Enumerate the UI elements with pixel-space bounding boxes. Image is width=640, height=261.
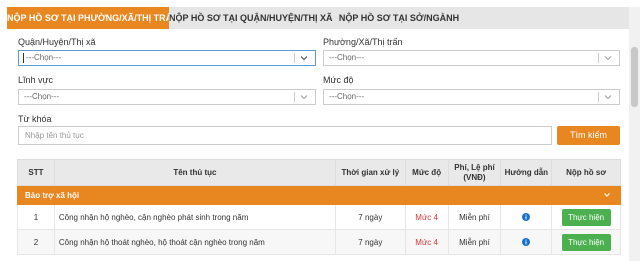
field-label: Lĩnh vực <box>18 75 54 85</box>
info-icon[interactable] <box>522 213 531 221</box>
row-time: 7 ngày <box>336 230 406 254</box>
row-level: Mức 4 <box>406 205 449 229</box>
page-scrollbar[interactable] <box>629 7 640 261</box>
table-header: STT Tên thủ tục Thời gian xử lý Mức độ P… <box>17 159 621 186</box>
row-fee: Miễn phí <box>449 205 502 229</box>
row-submit: Thực hiện <box>552 205 620 229</box>
search-button[interactable]: Tìm kiếm <box>557 126 620 145</box>
chevron-down-icon <box>604 95 612 100</box>
keyword-label: Từ khóa <box>18 114 52 124</box>
district-select-value: ---Chọn--- <box>26 53 62 62</box>
level-select[interactable]: ---Chọn--- <box>323 89 620 105</box>
text-cursor <box>23 53 24 63</box>
tab-bar: NỘP HỒ SƠ TẠI PHƯỜNG/XÃ/THỊ TRẤN NỘP HỒ … <box>7 7 633 29</box>
chevron-down-icon <box>604 193 610 197</box>
select-divider <box>598 92 599 102</box>
info-icon[interactable] <box>522 238 531 246</box>
level-label: Mức độ <box>323 75 354 85</box>
ward-select[interactable]: ---Chọn--- <box>323 50 620 66</box>
header-name: Tên thủ tục <box>55 160 336 185</box>
header-level: Mức độ <box>406 160 449 185</box>
select-divider <box>294 53 295 63</box>
row-fee: Miễn phí <box>449 230 502 254</box>
chevron-down-icon <box>604 56 612 61</box>
keyword-input[interactable]: Nhập tên thủ tục <box>18 126 552 145</box>
header-stt: STT <box>18 160 55 185</box>
field-select-value: ---Chọn--- <box>24 92 60 101</box>
district-select[interactable]: ---Chọn--- <box>18 50 316 66</box>
row-stt: 2 <box>18 230 55 254</box>
district-label: Quận/Huyện/Thị xã <box>18 37 96 47</box>
row-name: Công nhận hộ thoát nghèo, hộ thoát cận n… <box>55 230 336 254</box>
select-divider <box>598 53 599 63</box>
header-fee: Phí, Lệ phí (VNĐ) <box>449 160 502 185</box>
execute-button[interactable]: Thực hiện <box>561 233 611 251</box>
tab-district[interactable]: NỘP HỒ SƠ TẠI QUẬN/HUYỆN/THỊ XÃ <box>169 7 333 29</box>
row-level: Mức 4 <box>406 230 449 254</box>
tab-ward[interactable]: NỘP HỒ SƠ TẠI PHƯỜNG/XÃ/THỊ TRẤN <box>7 7 179 29</box>
chevron-down-icon <box>300 56 308 61</box>
header-guide: Hướng dẫn <box>501 160 553 185</box>
group-row[interactable]: Bảo trợ xã hội <box>17 186 621 205</box>
execute-button[interactable]: Thực hiện <box>561 208 611 226</box>
field-select[interactable]: ---Chọn--- <box>18 89 316 105</box>
ward-select-value: ---Chọn--- <box>329 53 365 62</box>
chevron-down-icon <box>300 95 308 100</box>
level-select-value: ---Chọn--- <box>329 92 365 101</box>
select-divider <box>294 92 295 102</box>
row-time: 7 ngày <box>336 205 406 229</box>
row-name: Công nhận hộ nghèo, cận nghèo phát sinh … <box>55 205 336 229</box>
row-submit: Thực hiện <box>552 230 620 254</box>
header-submit: Nộp hồ sơ <box>566 167 607 177</box>
header-time: Thời gian xử lý <box>336 160 406 185</box>
group-title: Bảo trợ xã hội <box>25 191 80 200</box>
tab-department[interactable]: NỘP HỒ SƠ TẠI SỞ/NGÀNH <box>329 7 469 29</box>
row-guide <box>501 205 553 229</box>
row-stt: 1 <box>18 205 55 229</box>
table-row: 2 Công nhận hộ thoát nghèo, hộ thoát cận… <box>17 230 621 255</box>
scrollbar-thumb[interactable] <box>631 47 638 107</box>
row-guide <box>501 230 553 254</box>
table-row: 1 Công nhận hộ nghèo, cận nghèo phát sin… <box>17 205 621 230</box>
ward-label: Phường/Xã/Thị trấn <box>323 37 403 47</box>
procedure-table: STT Tên thủ tục Thời gian xử lý Mức độ P… <box>17 159 621 255</box>
